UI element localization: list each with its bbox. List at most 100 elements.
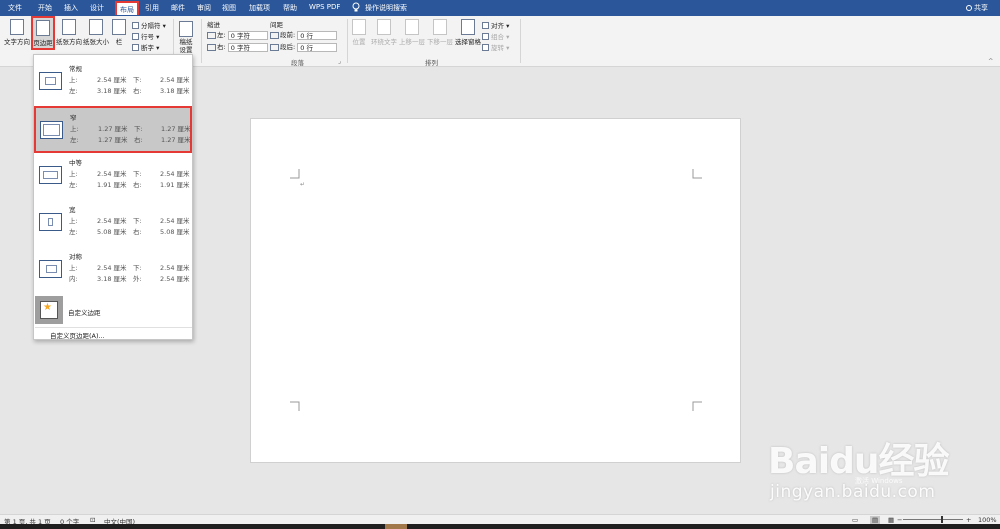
margin-preset-3[interactable]: 宽上: 2.54 厘米 下: 2.54 厘米 左: 5.08 厘米 右: 5.08 厘米 bbox=[35, 200, 192, 247]
margin-preset-4[interactable]: 对称 上: 2.54 厘米 下: 2.54 厘米 内: 3.18 厘米 外: 2.54 厘米 bbox=[35, 247, 192, 294]
tab-2[interactable]: 插入 bbox=[64, 3, 78, 13]
tab-8[interactable]: 视图 bbox=[222, 3, 236, 13]
tab-11[interactable]: WPS PDF bbox=[309, 3, 340, 11]
corner-mark-bottom-right bbox=[692, 401, 702, 411]
left-label: 左: bbox=[69, 181, 78, 189]
spacing-after-input[interactable]: 0 行 bbox=[297, 42, 338, 52]
margin-preview-area bbox=[48, 218, 53, 226]
tab-3[interactable]: 设计 bbox=[90, 3, 104, 13]
lightbulb-icon bbox=[352, 2, 360, 12]
corner-mark-top-left bbox=[290, 169, 300, 179]
indent-left-icon bbox=[207, 31, 216, 39]
wrap-text-icon bbox=[377, 19, 391, 35]
preset-name: 中等 bbox=[69, 159, 82, 167]
custom-margins-last-setting[interactable]: 自定义边距 bbox=[68, 307, 101, 317]
collapse-ribbon-icon[interactable]: ^ bbox=[988, 57, 993, 65]
dropdown-separator bbox=[35, 327, 192, 328]
breaks-button[interactable]: 分隔符 ▾ bbox=[132, 20, 166, 30]
paragraph-launcher-icon[interactable]: ⌟ bbox=[338, 57, 341, 65]
zoom-slider-thumb[interactable] bbox=[941, 516, 943, 523]
top-label: 上: bbox=[69, 170, 78, 178]
corner-mark-bottom-left bbox=[290, 401, 300, 411]
spacing-before-icon bbox=[270, 31, 279, 39]
tab-5[interactable]: 引用 bbox=[145, 3, 159, 13]
right-label: 外: bbox=[133, 275, 142, 283]
margin-preset-2[interactable]: 中等 上: 2.54 厘米 下: 2.54 厘米 左: 1.91 厘米 右: 1.91 厘米 bbox=[35, 153, 192, 200]
indent-right-icon bbox=[207, 43, 216, 51]
paper-size-icon bbox=[89, 19, 103, 35]
rotate-button[interactable]: 旋转 ▾ bbox=[482, 42, 509, 52]
taskbar-active-item[interactable] bbox=[385, 524, 407, 529]
margins-button[interactable]: 页边距 bbox=[31, 16, 55, 50]
right-value: 1.27 厘米 bbox=[161, 136, 191, 144]
top-label: 上: bbox=[69, 264, 78, 272]
corner-mark-top-right bbox=[692, 169, 702, 179]
position-button[interactable]: 位置 bbox=[352, 19, 366, 46]
spacing-before-input[interactable]: 0 行 bbox=[297, 30, 338, 40]
web-layout-icon[interactable]: ▦ bbox=[888, 516, 894, 524]
zoom-in-icon[interactable]: + bbox=[966, 516, 971, 524]
tab-0[interactable]: 文件 bbox=[8, 3, 22, 13]
rotate-icon bbox=[482, 44, 489, 51]
tab-9[interactable]: 加载项 bbox=[249, 3, 270, 13]
proofing-icon[interactable]: ⊡ bbox=[90, 516, 95, 524]
preset-name: 对称 bbox=[69, 253, 82, 261]
columns-icon bbox=[112, 19, 126, 35]
print-layout-icon[interactable]: ▤ bbox=[870, 516, 881, 524]
margin-preview-area bbox=[43, 171, 58, 179]
size-button[interactable]: 纸张大小 bbox=[83, 19, 109, 46]
left-value: 5.08 厘米 bbox=[97, 228, 127, 236]
top-value: 2.54 厘米 bbox=[97, 76, 127, 84]
zoom-slider[interactable] bbox=[903, 519, 963, 520]
ribbon-separator bbox=[347, 19, 348, 63]
margins-dropdown: 常规 上: 2.54 厘米 下: 2.54 厘米 左: 3.18 厘米 右: 3.18 厘米窄上… bbox=[33, 54, 193, 340]
line-numbers-icon bbox=[132, 33, 139, 40]
tab-7[interactable]: 审阅 bbox=[197, 3, 211, 13]
tab-12[interactable]: 操作说明搜索 bbox=[365, 3, 407, 13]
bottom-value: 2.54 厘米 bbox=[160, 217, 190, 225]
wrap-text-button[interactable]: 环绕文字 bbox=[371, 19, 397, 46]
bottom-value: 2.54 厘米 bbox=[160, 170, 190, 178]
hyphenation-button[interactable]: 断字 ▾ bbox=[132, 42, 159, 52]
selection-pane-button[interactable]: 选择窗格 bbox=[455, 19, 481, 46]
star-icon: ★ bbox=[43, 302, 52, 313]
draft-paper-button[interactable]: 稿纸 设置 bbox=[179, 21, 193, 54]
margin-preset-1[interactable]: 窄上: 1.27 厘米 下: 1.27 厘米 左: 1.27 厘米 右: 1.27 厘米 bbox=[34, 106, 192, 153]
group-button[interactable]: 组合 ▾ bbox=[482, 31, 509, 41]
bring-forward-button[interactable]: 上移一层 bbox=[399, 19, 425, 46]
tab-1[interactable]: 开始 bbox=[38, 3, 52, 13]
margin-preset-0[interactable]: 常规 上: 2.54 厘米 下: 2.54 厘米 左: 3.18 厘米 右: 3.18 厘米 bbox=[35, 59, 192, 106]
top-label: 上: bbox=[69, 76, 78, 84]
indent-right-input[interactable]: 0 字符 bbox=[227, 42, 268, 52]
baidu-url-watermark: jingyan.baidu.com bbox=[770, 482, 936, 502]
tab-4[interactable]: 布局 bbox=[115, 1, 139, 15]
right-value: 3.18 厘米 bbox=[160, 87, 190, 95]
line-numbers-button[interactable]: 行号 ▾ bbox=[132, 31, 159, 41]
send-backward-button[interactable]: 下移一层 bbox=[427, 19, 453, 46]
read-mode-icon[interactable]: ▭ bbox=[852, 516, 858, 524]
bottom-value: 2.54 厘米 bbox=[160, 76, 190, 84]
zoom-out-icon[interactable]: − bbox=[897, 516, 902, 524]
columns-button[interactable]: 栏 bbox=[112, 19, 126, 46]
hyphenation-icon bbox=[132, 44, 139, 51]
ribbon-tab-bar: 文件 开始 插入 设计 布局 引用 邮件 审阅 视图 加载项 帮助 WPS PDF 操作说明搜索 共享 bbox=[0, 0, 1000, 16]
position-icon bbox=[352, 19, 366, 35]
indent-left-input[interactable]: 0 字符 bbox=[227, 30, 268, 40]
orientation-button[interactable]: 纸张方向 bbox=[56, 19, 82, 46]
tab-6[interactable]: 邮件 bbox=[171, 3, 185, 13]
indent-left-control: 左: 0 字符 bbox=[207, 29, 268, 40]
left-label: 内: bbox=[69, 275, 78, 283]
custom-margins-link[interactable]: 自定义页边距(A)... bbox=[50, 330, 105, 340]
custom-margins-icon[interactable]: ★ bbox=[35, 296, 63, 324]
right-value: 5.08 厘米 bbox=[160, 228, 190, 236]
text-direction-button[interactable]: 文字方向 bbox=[4, 19, 30, 46]
document-page[interactable]: ↵ bbox=[250, 118, 741, 463]
zoom-level[interactable]: 100% bbox=[978, 516, 997, 524]
right-label: 右: bbox=[133, 228, 142, 236]
arrange-group-label: 排列 bbox=[425, 59, 438, 67]
send-backward-icon bbox=[433, 19, 447, 35]
tab-10[interactable]: 帮助 bbox=[283, 3, 297, 13]
share-button[interactable]: 共享 bbox=[966, 3, 988, 13]
align-button[interactable]: 对齐 ▾ bbox=[482, 20, 509, 30]
margin-preview-icon bbox=[39, 72, 62, 90]
